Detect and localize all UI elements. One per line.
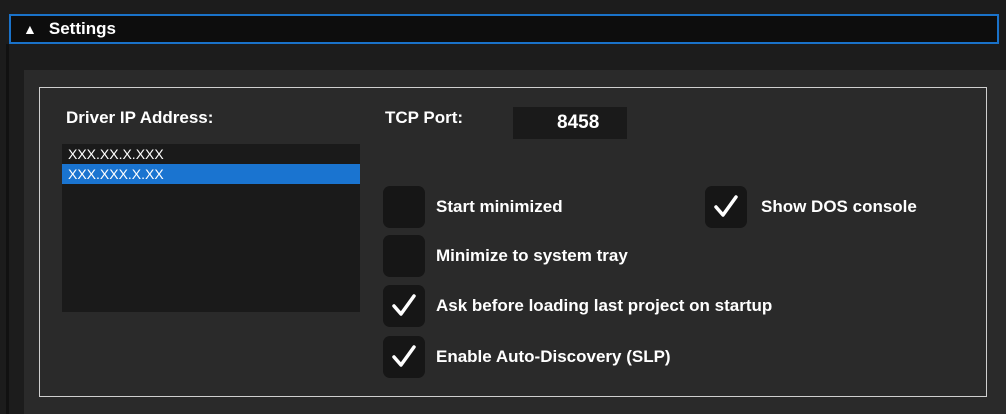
settings-section-header[interactable]: ▲ Settings bbox=[9, 14, 999, 44]
window-left-edge bbox=[6, 44, 9, 414]
ask-before-loading-checkbox[interactable] bbox=[383, 285, 425, 327]
tcp-port-field[interactable]: 8458 bbox=[513, 107, 627, 139]
show-dos-console-label: Show DOS console bbox=[761, 197, 917, 216]
tcp-port-label: TCP Port: bbox=[385, 108, 464, 127]
show-dos-console-checkbox[interactable] bbox=[705, 186, 747, 228]
checkmark-icon bbox=[392, 294, 416, 316]
driver-ip-list[interactable]: XXX.XX.X.XXX XXX.XXX.X.XX bbox=[62, 144, 360, 312]
minimize-to-tray-label: Minimize to system tray bbox=[436, 246, 628, 265]
minimize-to-tray-checkbox[interactable] bbox=[383, 235, 425, 277]
ask-before-loading-label: Ask before loading last project on start… bbox=[436, 296, 773, 315]
checkmark-icon bbox=[392, 345, 416, 367]
collapse-arrow-icon[interactable]: ▲ bbox=[23, 22, 37, 36]
start-minimized-label: Start minimized bbox=[436, 197, 563, 216]
enable-auto-discovery-label: Enable Auto-Discovery (SLP) bbox=[436, 347, 671, 366]
enable-auto-discovery-checkbox[interactable] bbox=[383, 336, 425, 378]
section-title: Settings bbox=[48, 19, 116, 38]
start-minimized-checkbox[interactable] bbox=[383, 186, 425, 228]
checkmark-icon bbox=[714, 195, 738, 217]
ip-list-item-selected[interactable]: XXX.XXX.X.XX bbox=[62, 164, 360, 184]
ip-list-item[interactable]: XXX.XX.X.XXX bbox=[62, 144, 360, 164]
driver-ip-label: Driver IP Address: bbox=[66, 108, 214, 127]
